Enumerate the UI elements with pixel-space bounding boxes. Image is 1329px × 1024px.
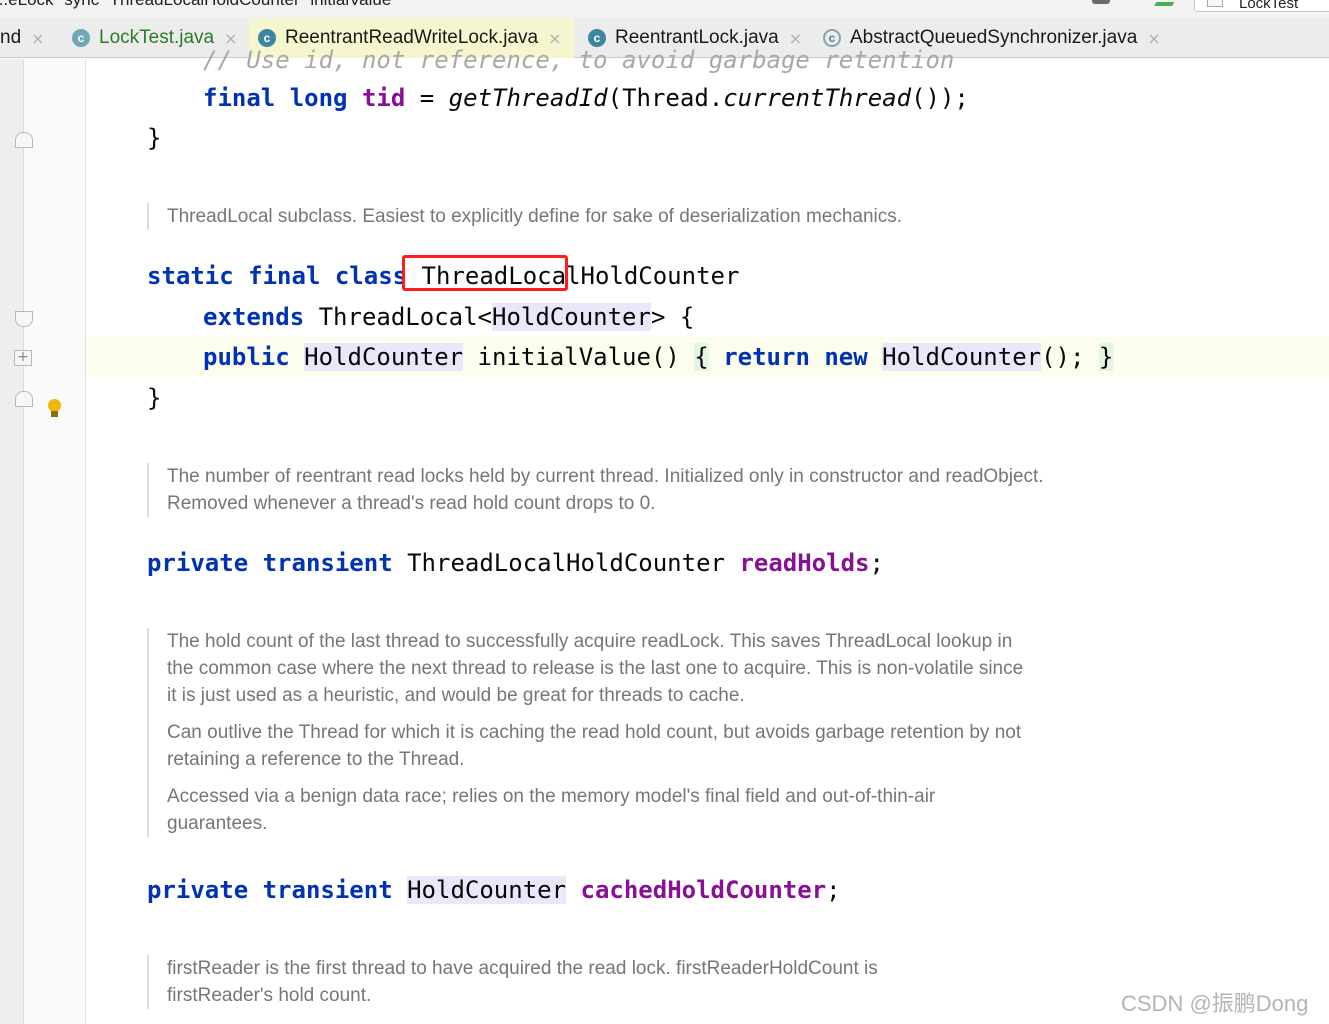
code-line: } [147,384,162,412]
intention-bulb-icon[interactable] [47,399,61,421]
run-configuration-selector[interactable]: LockTest [1194,0,1329,12]
highlight-annotation-box [402,255,568,291]
fold-end-icon[interactable] [15,132,33,148]
run-arrow-icon[interactable] [1154,0,1178,6]
field-name: readHolds [739,549,870,577]
breadcrumb-item[interactable]: initialValue [310,0,391,9]
code-line: public HoldCounter initialValue() { retu… [203,342,1114,372]
doc-comment: firstReader is the first thread to have … [147,955,987,1009]
doc-text: The number of reentrant read locks held … [167,466,1044,514]
method-name: initialValue() [463,343,695,371]
doc-comment: The hold count of the last thread to suc… [147,628,1037,837]
doc-text: ThreadLocal subclass. Easiest to explici… [167,206,903,227]
breadcrumb-item[interactable]: sync [64,0,99,9]
type-reference: HoldCounter [492,303,651,331]
fold-end-icon[interactable] [15,391,33,407]
doc-text: Accessed via a benign data race; relies … [167,786,936,834]
keyword: private transient [147,549,393,577]
code-text: ThreadLocal< [318,303,492,331]
code-line: final long tid = getThreadId(Thread.curr… [203,83,969,113]
close-icon[interactable]: × [1147,29,1160,48]
code-line: } [147,124,162,152]
code-comment: // Use id, not reference, to avoid garba… [203,46,955,74]
method-call: getThreadId [448,84,608,112]
code-text: (); [1041,343,1099,371]
watermark: CSDN @振鹏Dong [1121,991,1309,1016]
tab-label: LockTest.java [99,27,215,48]
tab-overflow[interactable]: nd × [0,18,45,58]
doc-text: firstReader is the first thread to have … [167,958,878,1006]
doc-text: The hold count of the last thread to suc… [167,631,1024,706]
type-reference: HoldCounter [882,343,1042,371]
brace: } [1098,343,1114,371]
gutter-edge [0,59,24,1024]
keyword: final long [203,84,348,112]
type-name: ThreadLocalHoldCounter [407,549,725,577]
breadcrumb-item[interactable]: ...eLock [0,0,54,9]
code-line: extends ThreadLocal<HoldCounter> { [203,302,694,332]
brace: { [694,343,709,371]
code-line: private transient ThreadLocalHoldCounter… [147,548,884,578]
run-config-icon [1207,0,1223,7]
field-name: cachedHoldCounter [580,876,827,904]
editor-gutter: + [0,59,86,1024]
build-icon[interactable] [1092,0,1110,4]
expand-fold-icon[interactable]: + [14,350,32,366]
navigation-bar: ...eLock sync ThreadLocalHoldCounter ini… [0,0,1329,18]
keyword: static final class [147,262,408,290]
code-text: > { [650,303,695,331]
fold-start-icon[interactable] [15,311,33,327]
breadcrumb: ...eLock sync ThreadLocalHoldCounter ini… [0,0,397,10]
field-name: tid [361,84,406,112]
type-reference: HoldCounter [304,343,464,371]
breadcrumb-item[interactable]: ThreadLocalHoldCounter [110,0,300,9]
type-reference: HoldCounter [407,876,567,904]
run-config-label: LockTest [1239,0,1299,12]
code-text: = [405,84,449,112]
code-text: ; [826,876,841,904]
method-call: currentThread [723,84,912,112]
tab-label: nd [0,27,22,48]
doc-comment: The number of reentrant read locks held … [147,463,1047,517]
close-icon[interactable]: × [31,29,44,48]
class-icon: c [72,29,90,47]
keyword: private transient [147,876,393,904]
keyword: return new [723,343,868,371]
code-line: private transient HoldCounter cachedHold… [147,875,841,905]
keyword: public [203,343,290,371]
keyword: extends [203,303,305,331]
code-text: ()); [911,84,969,112]
code-text: ; [869,549,884,577]
doc-comment: ThreadLocal subclass. Easiest to explici… [147,203,1047,230]
code-text: (Thread. [607,84,724,112]
doc-text: Can outlive the Thread for which it is c… [167,722,1022,770]
code-editor[interactable]: // Use id, not reference, to avoid garba… [87,46,1329,1024]
